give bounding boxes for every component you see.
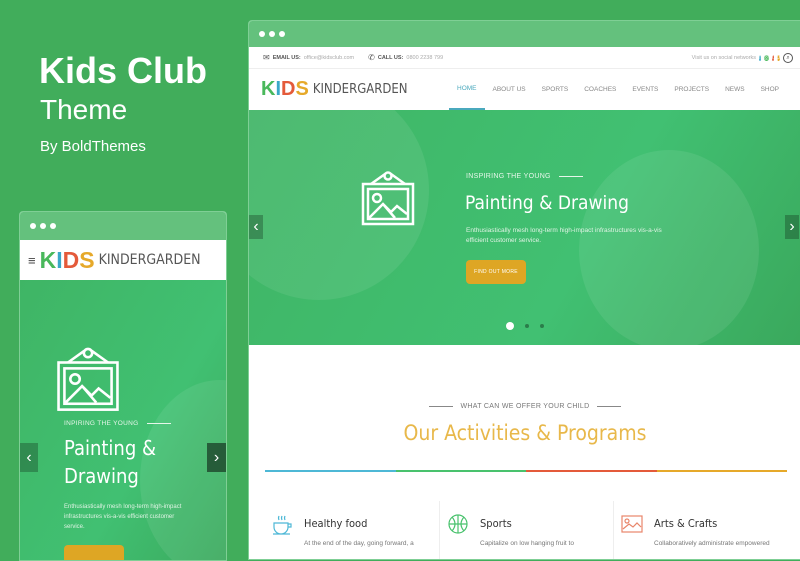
prev-slide-button[interactable]: ‹ [249,215,263,239]
window-titlebar [20,212,226,240]
mobile-header: ≡ K I D S KINDERGARDEN [20,240,226,280]
hero-kicker: INPIRING THE YOUNG [64,420,171,427]
nav-item-coaches[interactable]: COACHES [576,69,624,110]
feature-text: Collaboratively administrate empowered [654,540,770,547]
feature-title: Arts & Crafts [654,517,718,530]
feature-text: Capitalize on low hanging fruit to [480,540,574,547]
phone-number[interactable]: 0800 2238 799 [406,55,443,61]
logo[interactable]: K I D S KINDERGARDEN [261,78,408,101]
mobile-preview-window: ≡ K I D S KINDERGARDEN ‹ › INPIRING THE YOUN… [19,211,227,561]
find-out-more-button[interactable]: FIND OUT MORE [466,260,526,284]
promo-title: Kids Club [39,50,207,91]
search-icon[interactable]: ⌕ [783,52,793,63]
nav-item-home[interactable]: HOME [449,69,485,110]
feature-arts-crafts: Arts & Crafts Collaboratively administrat… [621,501,791,559]
window-titlebar [249,21,800,47]
pinterest-icon[interactable]: p [776,54,780,61]
coffee-cup-icon [273,515,292,535]
envelope-icon: ✉ [263,53,270,62]
feature-title: Sports [480,517,512,530]
nav-item-events[interactable]: EVENTS [624,69,666,110]
picture-frame-icon [57,347,119,411]
next-slide-button[interactable]: › [207,443,226,472]
twitter-icon[interactable]: t [771,54,774,61]
top-bar: ✉ EMAIL US: office@kidsclub.com ✆ CALL US: 0… [249,47,800,69]
basketball-icon [448,514,468,534]
prev-slide-button[interactable]: ‹ [20,443,38,472]
nav-item-about-us[interactable]: ABOUT US [485,69,534,110]
email-label: EMAIL US: [272,54,301,61]
stripe-segment [656,470,787,472]
call-label: CALL US: [377,54,404,61]
find-out-more-button[interactable] [64,545,124,560]
picture-frame-icon [361,171,415,226]
feature-sports: Sports Capitalize on low hanging fruit to [447,501,617,559]
hero-kicker: INSPIRING THE YOUNG [466,173,583,180]
color-stripe-divider [265,470,787,472]
desktop-preview-window: ✉ EMAIL US: office@kidsclub.com ✆ CALL US: 0… [248,20,800,560]
instagram-icon[interactable]: ◎ [763,54,769,61]
hamburger-menu-icon[interactable]: ≡ [28,253,36,268]
section-title: Our Activities & Programs [403,421,647,445]
nav-item-shop[interactable]: SHOP [753,69,787,110]
nav-item-news[interactable]: NEWS [717,69,753,110]
logo[interactable]: K I D S KINDERGARDEN [40,247,201,274]
main-nav: K I D S KINDERGARDEN HOME ABOUT US SPORTS COACH… [249,69,800,110]
nav-item-projects[interactable]: PROJECTS [666,69,717,110]
next-slide-button[interactable]: › [785,215,799,239]
picture-icon [621,515,643,533]
promo-subtitle: Theme [40,94,128,125]
promo-author: By BoldThemes [40,138,146,155]
nav-item-sports[interactable]: SPORTS [534,69,577,110]
feature-title: Healthy food [304,517,368,530]
slide-dot[interactable] [525,324,529,328]
section-kicker: WHAT CAN WE OFFER YOUR CHILD [249,403,800,410]
slide-dot[interactable] [506,322,514,330]
slide-dot[interactable] [540,324,544,328]
hero-slider: ‹ › INSPIRING THE YOUNG Painting & Drawi… [249,110,800,345]
feature-text: At the end of the day, going forward, a [304,540,414,547]
mobile-hero-slider: ‹ › INPIRING THE YOUNG Painting & Drawing… [20,280,226,560]
hero-body: Enthusiastically mesh long-term high-imp… [466,227,662,244]
stripe-segment [395,470,526,472]
stripe-segment [265,470,396,472]
facebook-icon[interactable]: f [759,54,761,61]
feature-healthy-food: Healthy food At the end of the day, going… [271,501,441,559]
email-link[interactable]: office@kidsclub.com [304,55,354,61]
phone-icon: ✆ [368,53,375,62]
social-text: Visit us on social networks [691,54,757,61]
hero-headline: Painting & Drawing [64,436,157,488]
hero-headline: Painting & Drawing [465,192,629,214]
stripe-segment [526,470,657,472]
hero-body: Enthusiastically mesh long-term high-imp… [64,504,182,530]
